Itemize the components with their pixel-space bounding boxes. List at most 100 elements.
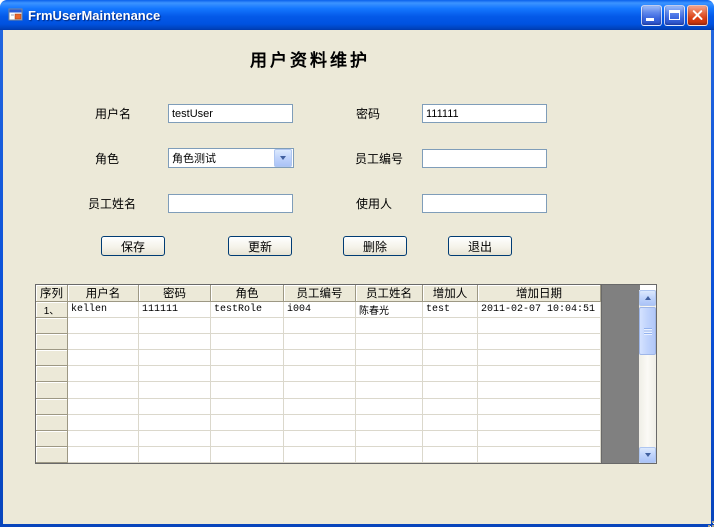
scroll-down-button[interactable] [639,447,656,463]
row-header-cell[interactable] [36,334,68,350]
user-input[interactable] [422,194,547,213]
role-combobox-dropdown-button[interactable] [274,149,292,167]
table-cell[interactable] [356,447,423,463]
table-cell[interactable] [423,399,478,415]
table-cell[interactable] [284,366,356,382]
row-header-cell[interactable] [36,415,68,431]
table-cell[interactable] [68,350,139,366]
username-input[interactable] [168,104,293,123]
grid-column-header[interactable]: 员工姓名 [356,285,423,302]
table-cell[interactable] [68,382,139,398]
table-cell[interactable] [423,350,478,366]
table-cell[interactable] [284,447,356,463]
table-cell[interactable] [423,382,478,398]
table-cell[interactable] [211,350,284,366]
row-header-cell[interactable] [36,366,68,382]
title-bar[interactable]: FrmUserMaintenance [0,0,714,30]
table-cell[interactable]: testRole [211,302,284,318]
resize-grip[interactable] [706,519,708,521]
table-cell[interactable] [284,334,356,350]
table-cell[interactable] [139,447,211,463]
table-cell[interactable] [68,399,139,415]
scroll-up-button[interactable] [639,290,656,306]
table-cell[interactable]: test [423,302,478,318]
table-cell[interactable] [211,334,284,350]
table-cell[interactable] [68,334,139,350]
table-cell[interactable] [356,431,423,447]
table-cell[interactable] [211,415,284,431]
row-header-cell[interactable] [36,318,68,334]
table-cell[interactable] [356,366,423,382]
table-cell[interactable] [68,447,139,463]
table-cell[interactable] [211,318,284,334]
delete-button[interactable]: 删除 [343,236,407,256]
table-cell[interactable] [68,366,139,382]
table-cell[interactable] [139,318,211,334]
vertical-scrollbar[interactable] [639,290,656,463]
table-cell[interactable] [284,382,356,398]
table-cell[interactable] [139,399,211,415]
table-cell[interactable] [356,334,423,350]
row-header-cell[interactable]: 1、 [36,302,68,318]
table-cell[interactable] [423,334,478,350]
table-cell[interactable] [478,447,601,463]
minimize-button[interactable] [641,5,662,26]
table-cell[interactable] [139,350,211,366]
update-button[interactable]: 更新 [228,236,292,256]
table-cell[interactable] [211,382,284,398]
table-cell[interactable] [284,318,356,334]
table-cell[interactable] [356,350,423,366]
table-cell[interactable] [139,415,211,431]
table-cell[interactable] [423,431,478,447]
table-cell[interactable]: kellen [68,302,139,318]
table-cell[interactable] [284,350,356,366]
row-header-cell[interactable] [36,350,68,366]
table-cell[interactable] [139,366,211,382]
table-cell[interactable] [68,431,139,447]
table-cell[interactable] [356,399,423,415]
table-cell[interactable] [423,366,478,382]
grid-column-header[interactable]: 角色 [211,285,284,302]
table-cell[interactable] [139,382,211,398]
table-cell[interactable] [139,334,211,350]
grid-column-header[interactable]: 增加人 [423,285,478,302]
table-cell[interactable] [478,334,601,350]
table-cell[interactable] [478,382,601,398]
table-cell[interactable] [211,366,284,382]
grid-column-header[interactable]: 员工编号 [284,285,356,302]
grid-column-header[interactable]: 序列 [36,285,68,302]
table-cell[interactable] [478,318,601,334]
employee-name-input[interactable] [168,194,293,213]
table-cell[interactable] [423,447,478,463]
row-header-cell[interactable] [36,447,68,463]
table-cell[interactable] [478,366,601,382]
table-cell[interactable] [68,318,139,334]
table-cell[interactable] [284,399,356,415]
scrollbar-thumb[interactable] [639,307,656,355]
table-cell[interactable]: i004 [284,302,356,318]
table-cell[interactable]: 陈春光 [356,302,423,318]
table-cell[interactable] [423,318,478,334]
save-button[interactable]: 保存 [101,236,165,256]
grid-column-header[interactable]: 密码 [139,285,211,302]
table-cell[interactable] [478,350,601,366]
table-cell[interactable] [478,431,601,447]
table-cell[interactable] [423,415,478,431]
grid-column-header[interactable]: 增加日期 [478,285,601,302]
table-cell[interactable] [211,431,284,447]
maximize-button[interactable] [664,5,685,26]
exit-button[interactable]: 退出 [448,236,512,256]
row-header-cell[interactable] [36,382,68,398]
row-header-cell[interactable] [36,399,68,415]
table-cell[interactable] [211,399,284,415]
table-cell[interactable] [139,431,211,447]
password-input[interactable] [422,104,547,123]
table-cell[interactable] [284,431,356,447]
table-cell[interactable] [356,318,423,334]
table-cell[interactable]: 2011-02-07 10:04:51 [478,302,601,318]
table-cell[interactable] [211,447,284,463]
employee-no-input[interactable] [422,149,547,168]
row-header-cell[interactable] [36,431,68,447]
table-cell[interactable] [478,399,601,415]
table-cell[interactable] [68,415,139,431]
